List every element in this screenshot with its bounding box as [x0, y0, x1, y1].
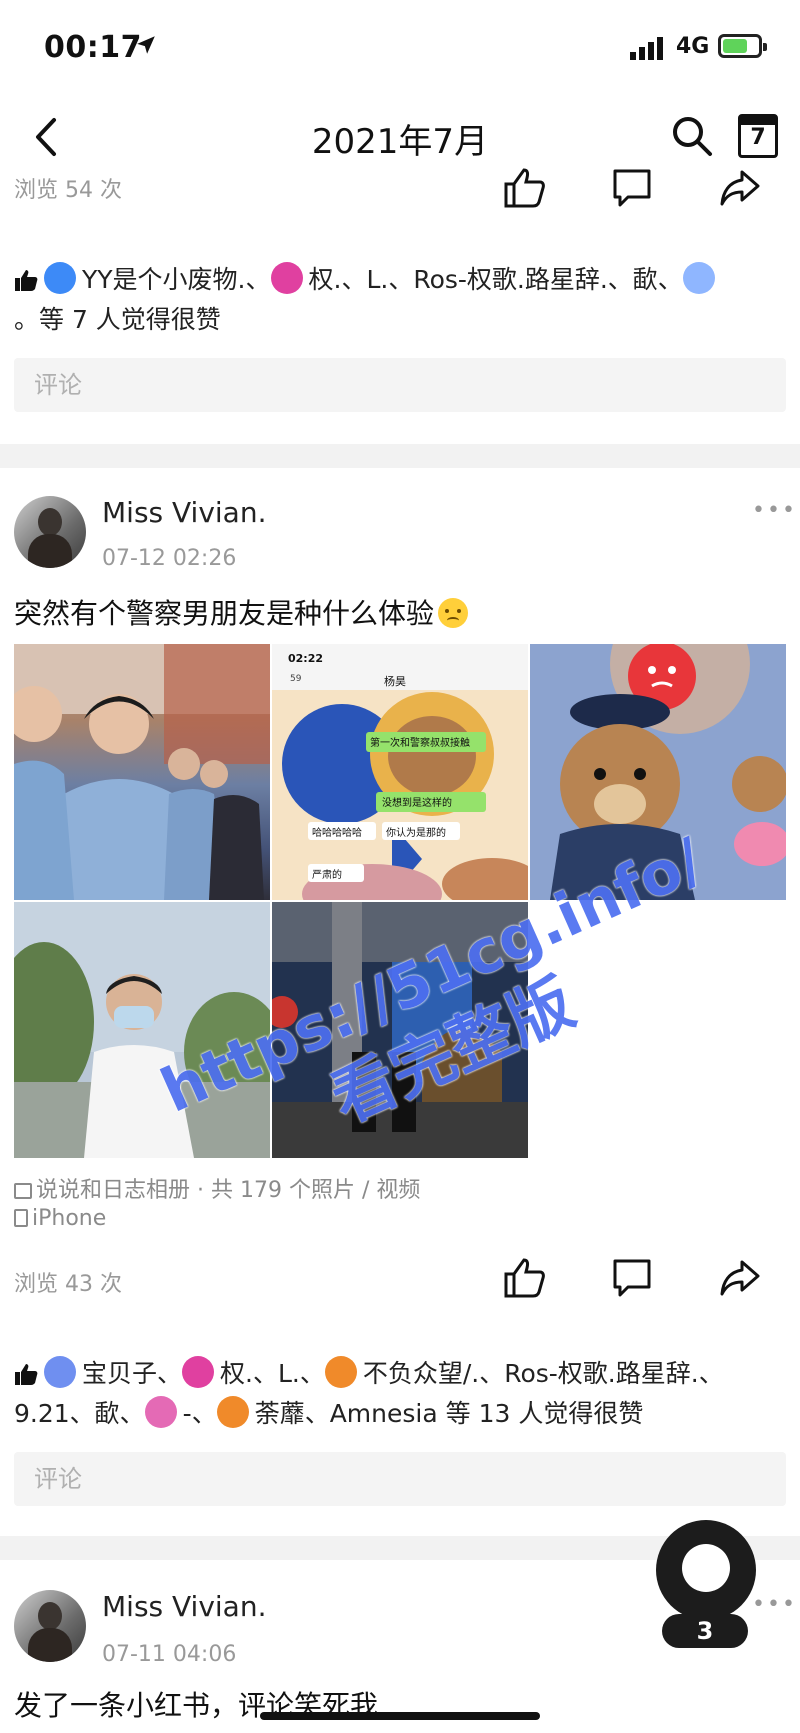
phone-icon: [14, 1209, 28, 1227]
avatar[interactable]: [14, 1590, 86, 1662]
image-icon: [14, 1183, 32, 1199]
comment-input[interactable]: 评论: [14, 1452, 786, 1506]
avatar[interactable]: [324, 1356, 357, 1388]
thumbs-up-icon: [15, 1364, 38, 1385]
status-time: 00:17: [44, 30, 142, 65]
author-name[interactable]: Miss Vivian.: [102, 1590, 267, 1623]
likes-list: YY是个小废物.、 权.、L.、Ros-权歌.路星辞.、歃、 。等 7 人觉得很赞: [14, 260, 786, 340]
floating-assistant-button[interactable]: [656, 1520, 756, 1620]
post-datetime: 07-12 02:26: [102, 546, 237, 571]
search-icon[interactable]: [670, 114, 714, 158]
avatar[interactable]: [44, 1356, 76, 1388]
post-views: 浏览 54 次: [14, 178, 122, 203]
share-icon[interactable]: [718, 166, 762, 210]
avatar[interactable]: [182, 1356, 215, 1388]
comment-icon[interactable]: [610, 166, 654, 210]
avatar[interactable]: [682, 262, 715, 294]
chat-back-count: 59: [290, 674, 302, 684]
cellular-signal-icon: [630, 37, 663, 60]
mascot-icon: [682, 1544, 730, 1592]
pleading-face-emoji-icon: [438, 598, 469, 628]
chat-time: 02:22: [288, 652, 324, 665]
device-info: iPhone: [14, 1206, 106, 1231]
notification-badge: 3: [662, 1614, 748, 1648]
more-options-icon[interactable]: •••: [752, 498, 797, 523]
like-icon[interactable]: [502, 166, 546, 210]
post-text: 突然有个警察男朋友是种什么体验: [14, 592, 469, 632]
nav-bar: 2021年7月 7: [0, 96, 800, 178]
share-icon[interactable]: [718, 1256, 762, 1300]
more-options-icon[interactable]: •••: [752, 1592, 797, 1617]
chat-contact: 杨昊: [384, 675, 406, 688]
avatar[interactable]: [144, 1396, 177, 1428]
divider: [0, 444, 800, 468]
photo-police-officers[interactable]: [14, 644, 270, 900]
chat-message: 你认为是那的: [386, 828, 446, 839]
battery-icon: [718, 34, 767, 58]
status-bar: 00:17 4G: [0, 0, 800, 96]
likes-list: 宝贝子、 权.、L.、 不负众望/.、Ros-权歌.路星辞.、 9.21、歃、 -、 荼蘼…: [14, 1354, 786, 1434]
avatar[interactable]: [216, 1396, 249, 1428]
calendar-icon[interactable]: 7: [738, 114, 778, 158]
like-icon[interactable]: [502, 1256, 546, 1300]
avatar[interactable]: [270, 262, 303, 294]
network-type: 4G: [676, 34, 710, 59]
chat-message: 严肃的: [312, 870, 342, 881]
post-views: 浏览 43 次: [14, 1272, 122, 1297]
chat-message: 哈哈哈哈哈: [312, 828, 362, 839]
comment-input[interactable]: 评论: [14, 358, 786, 412]
avatar[interactable]: [14, 496, 86, 568]
location-arrow-icon: [137, 36, 155, 54]
chat-message: 没想到是这样的: [382, 798, 452, 809]
comment-icon[interactable]: [610, 1256, 654, 1300]
thumbs-up-icon: [15, 270, 38, 291]
photo-chat-screenshot[interactable]: 02:22 59 杨昊 第一次和警察叔叔接触 没想到是这样的 哈哈哈哈哈 你认为…: [272, 644, 528, 900]
author-name[interactable]: Miss Vivian.: [102, 496, 267, 529]
home-indicator[interactable]: [260, 1712, 540, 1720]
avatar[interactable]: [44, 262, 76, 294]
chat-message: 第一次和警察叔叔接触: [370, 738, 470, 749]
post-datetime: 07-11 04:06: [102, 1642, 237, 1667]
